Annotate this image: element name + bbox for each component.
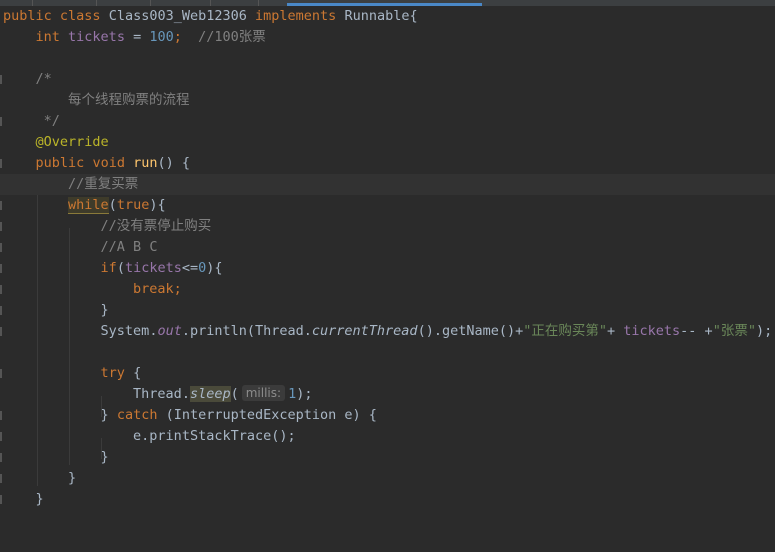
code-line[interactable]: int tickets = 100; //100张票 (0, 27, 775, 48)
semicolon: ; (173, 29, 182, 45)
keyword: if (100, 260, 117, 276)
punctuation: { (124, 365, 142, 381)
keyword-highlighted: while (68, 197, 109, 214)
code-line[interactable]: /* (0, 69, 775, 90)
code-token: .println(Thread. (181, 323, 312, 339)
static-method-highlighted: sleep (189, 386, 231, 402)
block-comment: 每个线程购票的流程 (68, 92, 190, 108)
code-line[interactable]: //A B C (0, 237, 775, 258)
field-name: tickets (124, 260, 182, 276)
punctuation: } (68, 470, 77, 486)
code-token: (InterruptedException e) { (157, 407, 377, 423)
line-comment: //A B C (100, 239, 158, 255)
punctuation: ){ (149, 197, 166, 213)
code-editor[interactable]: public class Class003_Web12306 implement… (0, 6, 775, 524)
line-comment: //100张票 (198, 29, 266, 45)
keyword: try (100, 365, 125, 381)
code-token: Thread. (133, 386, 190, 402)
code-line[interactable]: while(true){ (0, 195, 775, 216)
keyword: true (116, 197, 150, 213)
code-line[interactable]: } (0, 468, 775, 489)
code-token: ().getName()+ (417, 323, 524, 339)
interface-name: Runnable{ (344, 8, 418, 24)
code-line[interactable]: } catch (InterruptedException e) { (0, 405, 775, 426)
code-token: + (607, 323, 624, 339)
code-line[interactable]: @Override (0, 132, 775, 153)
code-line[interactable]: public class Class003_Web12306 implement… (0, 6, 775, 27)
keyword: class (59, 8, 101, 24)
code-line[interactable]: 每个线程购票的流程 (0, 90, 775, 111)
code-line[interactable]: } (0, 447, 775, 468)
punctuation: ( (116, 260, 125, 276)
code-token: System. (100, 323, 158, 339)
keyword: public (35, 155, 85, 171)
punctuation: } (100, 407, 117, 423)
parameter-hint: millis: (241, 385, 286, 401)
punctuation: ( (230, 386, 239, 402)
punctuation: ){ (206, 260, 223, 276)
line-comment: //没有票停止购买 (100, 218, 212, 234)
punctuation: () { (157, 155, 190, 171)
code-line[interactable]: public void run() { (0, 153, 775, 174)
keyword: void (92, 155, 125, 171)
field-name: tickets (68, 29, 125, 45)
code-line[interactable]: } (0, 489, 775, 510)
punctuation: } (100, 302, 109, 318)
operator: = (124, 29, 150, 45)
block-comment: /* (35, 71, 52, 87)
code-line[interactable]: System.out.println(Thread.currentThread(… (0, 321, 775, 342)
code-token: ); (755, 323, 773, 339)
punctuation: ( (108, 197, 117, 213)
keyword: public (3, 8, 52, 24)
string-literal: "张票" (712, 323, 756, 339)
code-line[interactable]: //没有票停止购买 (0, 216, 775, 237)
code-line[interactable]: if(tickets<=0){ (0, 258, 775, 279)
annotation: @Override (35, 134, 109, 150)
keyword: int (35, 29, 60, 45)
code-line[interactable]: */ (0, 111, 775, 132)
line-comment: //重复买票 (68, 176, 139, 192)
code-token: e.printStackTrace(); (133, 428, 296, 444)
block-comment: */ (43, 113, 60, 129)
number-literal: 1 (288, 386, 297, 402)
keyword: catch (116, 407, 158, 423)
code-line[interactable]: try { (0, 363, 775, 384)
operator: <= (181, 260, 199, 276)
code-line[interactable]: e.printStackTrace(); (0, 426, 775, 447)
punctuation: } (100, 449, 109, 465)
static-method: currentThread (311, 323, 418, 339)
code-token: -- + (680, 323, 713, 339)
number-literal: 100 (149, 29, 174, 45)
code-line[interactable]: } (0, 300, 775, 321)
keyword: break; (133, 281, 182, 297)
current-code-line[interactable]: //重复买票 (0, 174, 775, 195)
static-field: out (157, 323, 182, 339)
code-line[interactable]: break; (0, 279, 775, 300)
keyword: implements (255, 8, 337, 24)
method-name: run (133, 155, 158, 171)
punctuation: } (35, 491, 44, 507)
string-literal: "正在购买第" (523, 323, 607, 339)
code-line[interactable]: Thread.sleep(millis: 1); (0, 384, 775, 405)
punctuation: ); (296, 386, 313, 402)
field-name: tickets (623, 323, 681, 339)
class-name: Class003_Web12306 (108, 8, 247, 24)
